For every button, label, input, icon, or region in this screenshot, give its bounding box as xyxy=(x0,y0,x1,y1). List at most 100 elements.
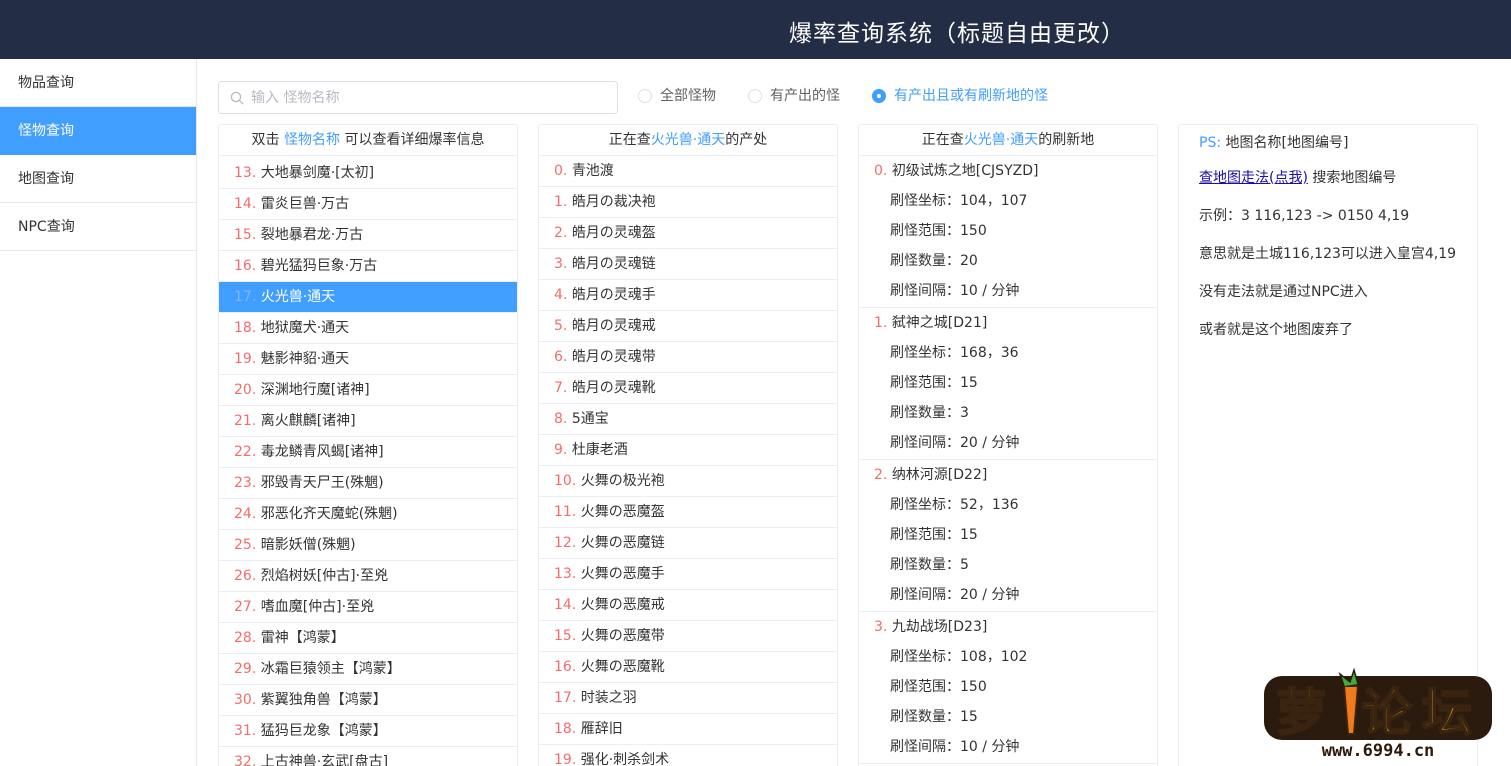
svg-text:坛: 坛 xyxy=(1422,684,1472,742)
row-index: 19. xyxy=(234,351,257,367)
radio-unchecked-icon xyxy=(638,89,652,103)
monster-row[interactable]: 16. 碧光猛犸巨象·万古 xyxy=(219,251,517,282)
sidebar-item-items[interactable]: 物品查询 xyxy=(0,59,196,107)
row-index: 0. xyxy=(874,163,888,179)
drop-item-row[interactable]: 10. 火舞の极光袍 xyxy=(539,466,837,497)
monster-list-hint: 双击 怪物名称 可以查看详细爆率信息 xyxy=(219,125,517,156)
drop-item-row[interactable]: 13. 火舞の恶魔手 xyxy=(539,559,837,590)
monster-row[interactable]: 30. 紫翼独角兽【鸿蒙】 xyxy=(219,685,517,716)
monster-name: 深渊地行魔[诸神] xyxy=(260,382,370,398)
drop-item-name: 皓月の裁决袍 xyxy=(571,194,656,210)
drop-item-name: 火舞の恶魔链 xyxy=(580,535,665,551)
spawn-map-name: 2. 纳林河源[D22] xyxy=(859,460,1157,490)
row-index: 1. xyxy=(874,315,888,331)
monster-row[interactable]: 18. 地狱魔犬·通天 xyxy=(219,313,517,344)
drop-item-row[interactable]: 0. 青池渡 xyxy=(539,156,837,187)
row-index: 31. xyxy=(234,723,257,739)
spawn-location-group: 2. 纳林河源[D22] 刷怪坐标：52，136 刷怪范围：15 刷怪数量：5 刷怪间隔… xyxy=(859,460,1157,612)
monster-row[interactable]: 27. 嗜血魔[仲古]·至兇 xyxy=(219,592,517,623)
drop-item-row[interactable]: 15. 火舞の恶魔带 xyxy=(539,621,837,652)
monster-row[interactable]: 31. 猛犸巨龙象【鸿蒙】 xyxy=(219,716,517,747)
drop-item-row[interactable]: 12. 火舞の恶魔链 xyxy=(539,528,837,559)
spawn-coords: 刷怪坐标：52，136 xyxy=(890,497,1019,513)
drop-item-row[interactable]: 3. 皓月の灵魂链 xyxy=(539,249,837,280)
spawn-location-group: 1. 弑神之城[D21] 刷怪坐标：168，36 刷怪范围：15 刷怪数量：3 刷怪间隔… xyxy=(859,308,1157,460)
row-index: 15. xyxy=(234,227,257,243)
note-link: 查地图走法(点我) 搜索地图编号 xyxy=(1179,167,1477,205)
filter-label: 有产出且或有刷新地的怪 xyxy=(894,88,1048,104)
row-index: 16. xyxy=(554,659,577,675)
radio-unchecked-icon xyxy=(748,89,762,103)
filter-label: 全部怪物 xyxy=(660,88,716,104)
monster-name: 邪毁青天尸王(殊魍) xyxy=(260,475,384,491)
ps-label: PS: xyxy=(1199,135,1222,151)
drop-item-row[interactable]: 5. 皓月の灵魂戒 xyxy=(539,311,837,342)
drop-item-name: 火舞の恶魔手 xyxy=(580,566,665,582)
monster-row[interactable]: 22. 毒龙鳞青风蝎[诸神] xyxy=(219,437,517,468)
monster-row[interactable]: 19. 魅影神貂·通天 xyxy=(219,344,517,375)
monster-row[interactable]: 26. 烈焰树妖[仲古]·至兇 xyxy=(219,561,517,592)
drop-item-row[interactable]: 17. 时装之羽 xyxy=(539,683,837,714)
row-index: 18. xyxy=(554,721,577,737)
monster-row[interactable]: 32. 上古神兽·玄武[盘古] xyxy=(219,747,517,766)
monster-name: 碧光猛犸巨象·万古 xyxy=(260,258,378,274)
hint-prefix: 双击 xyxy=(251,132,280,148)
drop-item-row[interactable]: 7. 皓月の灵魂靴 xyxy=(539,373,837,404)
monster-row[interactable]: 15. 裂地暴君龙·万古 xyxy=(219,220,517,251)
drop-item-row[interactable]: 18. 雁辞旧 xyxy=(539,714,837,745)
row-index: 10. xyxy=(554,473,577,489)
page-title: 爆率查询系统（标题自由更改） xyxy=(789,21,1125,47)
spawn-count: 刷怪数量：15 xyxy=(890,709,978,725)
spawn-range: 刷怪范围：15 xyxy=(890,375,978,391)
head-suffix: 的产处 xyxy=(725,132,768,148)
monster-name: 冰霜巨猿领主【鸿蒙】 xyxy=(260,661,401,677)
drop-item-name: 皓月の灵魂手 xyxy=(571,287,656,303)
drop-item-row[interactable]: 19. 强化·刺杀剑术 xyxy=(539,745,837,766)
note-meaning: 意思就是土城116,123可以进入皇宫4,19 xyxy=(1199,246,1457,262)
monster-row-selected[interactable]: 17. 火光兽·通天 xyxy=(219,282,517,313)
monster-row[interactable]: 29. 冰霜巨猿领主【鸿蒙】 xyxy=(219,654,517,685)
monster-row[interactable]: 28. 雷神【鸿蒙】 xyxy=(219,623,517,654)
monster-name: 地狱魔犬·通天 xyxy=(260,320,350,336)
row-index: 13. xyxy=(234,165,257,181)
svg-text:萝: 萝 xyxy=(1276,684,1326,742)
drop-item-row[interactable]: 6. 皓月の灵魂带 xyxy=(539,342,837,373)
monster-search-input[interactable] xyxy=(251,82,611,113)
drop-item-name: 皓月の灵魂链 xyxy=(571,256,656,272)
sidebar-item-npc[interactable]: NPC查询 xyxy=(0,203,196,251)
drop-item-row[interactable]: 11. 火舞の恶魔盔 xyxy=(539,497,837,528)
monster-row[interactable]: 13. 大地暴剑魔·[太初] xyxy=(219,158,517,189)
drop-item-row[interactable]: 16. 火舞の恶魔靴 xyxy=(539,652,837,683)
monster-name: 紫翼独角兽【鸿蒙】 xyxy=(260,692,387,708)
drop-item-row[interactable]: 9. 杜康老酒 xyxy=(539,435,837,466)
monster-name: 雷炎巨兽·万古 xyxy=(260,196,350,212)
row-index: 8. xyxy=(554,411,568,427)
monster-row[interactable]: 24. 邪恶化齐天魔蛇(殊魍) xyxy=(219,499,517,530)
spawn-coords: 刷怪坐标：108，102 xyxy=(890,649,1028,665)
row-index: 20. xyxy=(234,382,257,398)
drop-item-row[interactable]: 14. 火舞の恶魔戒 xyxy=(539,590,837,621)
drop-item-name: 皓月の灵魂盔 xyxy=(571,225,656,241)
drop-item-row[interactable]: 8. 5通宝 xyxy=(539,404,837,435)
monster-name: 上古神兽·玄武[盘古] xyxy=(260,754,389,766)
radio-checked-icon xyxy=(872,89,886,103)
monster-row[interactable]: 25. 暗影妖僧(殊魍) xyxy=(219,530,517,561)
selected-monster-name: 火光兽·通天 xyxy=(963,132,1039,148)
spawn-coords: 刷怪坐标：104，107 xyxy=(890,193,1028,209)
row-index: 19. xyxy=(554,752,577,766)
search-icon xyxy=(230,91,244,105)
drop-item-row[interactable]: 1. 皓月の裁决袍 xyxy=(539,187,837,218)
drop-item-row[interactable]: 2. 皓月の灵魂盔 xyxy=(539,218,837,249)
monster-row[interactable]: 23. 邪毁青天尸王(殊魍) xyxy=(219,468,517,499)
drops-list: 0. 青池渡 1. 皓月の裁决袍 2. 皓月の灵魂盔 3. 皓月の灵魂链 4. 皓月の灵… xyxy=(539,156,837,766)
monster-list-panel: 双击 怪物名称 可以查看详细爆率信息 13. 大地暴剑魔·[太初] 14. 雷炎巨… xyxy=(218,124,518,766)
monster-row[interactable]: 20. 深渊地行魔[诸神] xyxy=(219,375,517,406)
spawn-count: 刷怪数量：5 xyxy=(890,557,969,573)
drop-item-name: 火舞の恶魔戒 xyxy=(580,597,665,613)
monster-row[interactable]: 14. 雷炎巨兽·万古 xyxy=(219,189,517,220)
drop-item-row[interactable]: 4. 皓月の灵魂手 xyxy=(539,280,837,311)
sidebar-item-maps[interactable]: 地图查询 xyxy=(0,155,196,203)
monster-row[interactable]: 21. 离火麒麟[诸神] xyxy=(219,406,517,437)
sidebar-item-monsters[interactable]: 怪物查询 xyxy=(0,107,196,155)
map-route-link[interactable]: 查地图走法(点我) xyxy=(1199,170,1308,186)
